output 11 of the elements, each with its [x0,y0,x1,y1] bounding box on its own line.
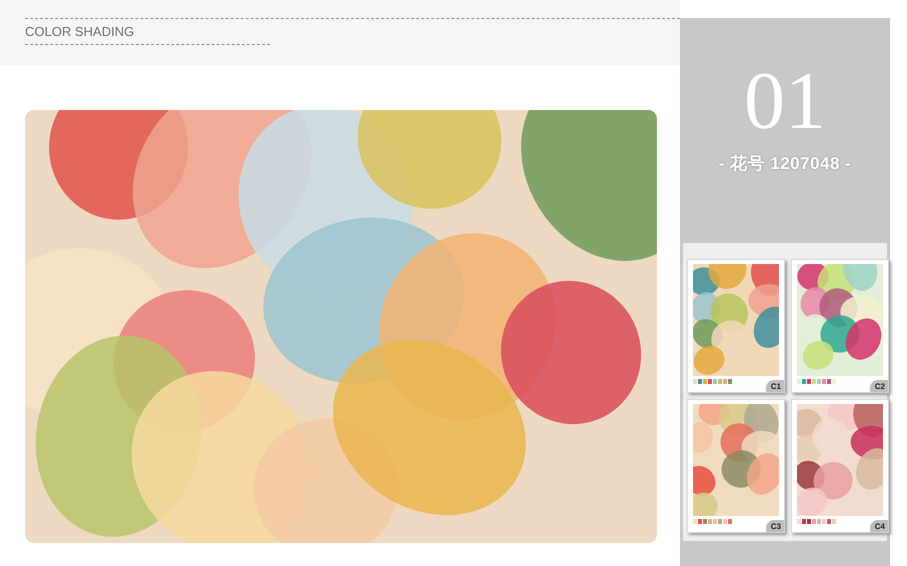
swatch-strip-drawing [797,379,837,384]
swatch-strip-drawing [693,379,733,384]
design-number: 01 [744,56,826,146]
colorway-label: C4 [870,520,888,532]
colorway-label: C2 [870,380,888,392]
section-title: COLOR SHADING [25,23,136,41]
colorway-label: C1 [766,380,784,392]
swatch-strip-drawing [797,519,837,524]
design-code: - 花号 1207048 - [718,153,852,175]
colorway-label: C3 [766,520,784,532]
swatch-strip-drawing [693,519,733,524]
